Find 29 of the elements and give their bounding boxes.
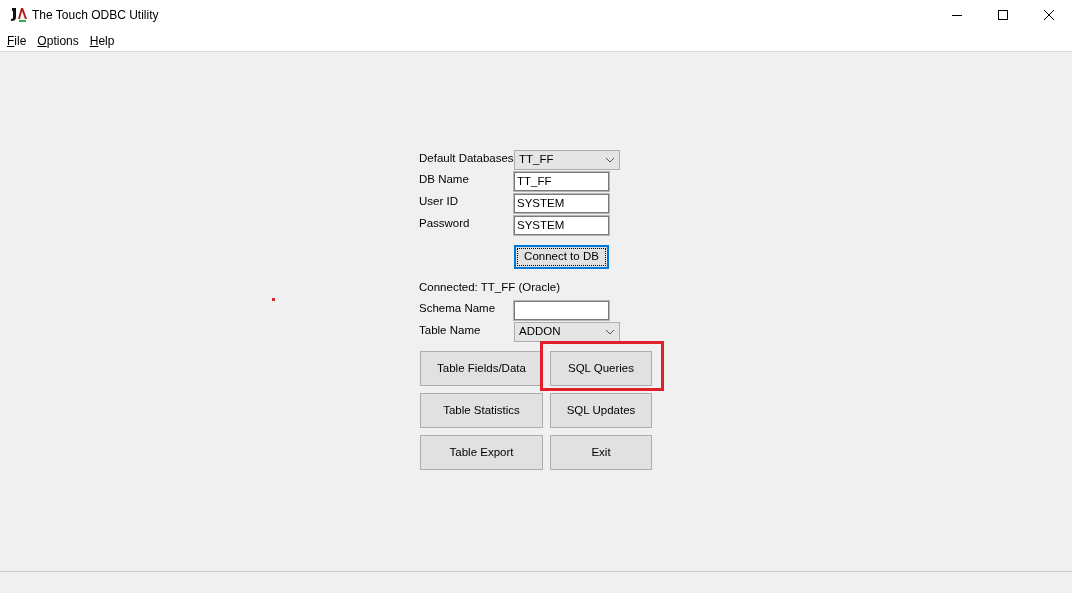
action-button[interactable]: Table Statistics — [420, 393, 543, 428]
window-title: The Touch ODBC Utility — [32, 7, 159, 24]
connect-button[interactable]: Connect to DB — [514, 245, 609, 269]
chevron-down-icon — [606, 157, 614, 163]
close-icon — [1044, 10, 1054, 20]
input-field[interactable]: SYSTEM — [514, 216, 609, 235]
maximize-icon — [998, 10, 1008, 20]
dropdown[interactable]: TT_FF — [514, 150, 620, 170]
field-label: Schema Name — [419, 301, 497, 316]
dropdown[interactable]: ADDON — [514, 322, 620, 342]
connection-status: Connected: TT_FF (Oracle) — [419, 280, 562, 295]
action-button[interactable]: Exit — [550, 435, 652, 470]
input-field[interactable]: SYSTEM — [514, 194, 609, 213]
input-field[interactable] — [514, 301, 609, 320]
field-label: User ID — [419, 194, 459, 209]
action-button[interactable]: Table Fields/Data — [420, 351, 543, 386]
action-button[interactable]: SQL Updates — [550, 393, 652, 428]
action-button[interactable]: SQL Queries — [550, 351, 652, 386]
field-label: Table Name — [419, 323, 482, 338]
field-label: Password — [419, 216, 471, 231]
input-field[interactable]: TT_FF — [514, 172, 609, 191]
app-logo-icon — [9, 7, 27, 23]
field-label: DB Name — [419, 172, 470, 187]
menu-item[interactable]: File — [3, 30, 31, 51]
field-label: Default Databases — [419, 151, 514, 166]
chevron-down-icon — [606, 329, 614, 335]
menu-item[interactable]: Help — [85, 30, 119, 51]
menu-item[interactable]: Options — [33, 30, 83, 51]
action-button[interactable]: Table Export — [420, 435, 543, 470]
